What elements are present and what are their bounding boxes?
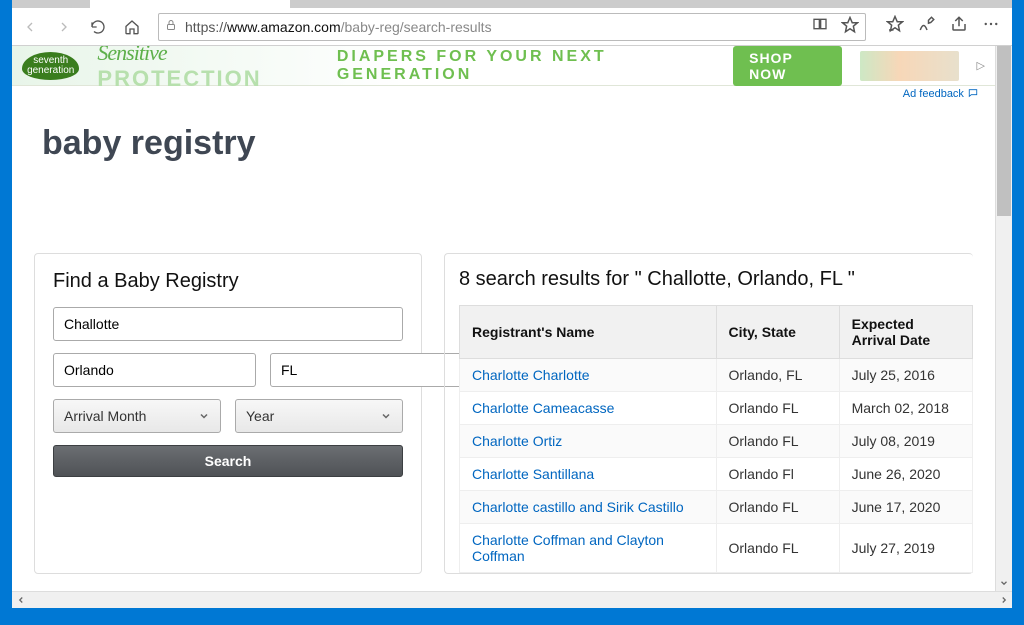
share-icon[interactable] [950, 15, 968, 38]
page-body: baby registry Find a Baby Registry [12, 100, 995, 574]
url-prefix: https:// [185, 19, 227, 35]
page-content-scroll: seventh generation Sensitive PROTECTION … [12, 46, 995, 591]
results-table: Registrant's Name City, State Expected A… [459, 305, 973, 573]
lock-icon [165, 18, 177, 35]
home-button[interactable] [120, 15, 144, 39]
date-cell: July 27, 2019 [839, 524, 972, 573]
results-title: 8 search results for " Challotte, Orland… [459, 268, 973, 291]
date-cell: June 17, 2020 [839, 491, 972, 524]
ad-cta-button[interactable]: SHOP NOW [733, 46, 842, 86]
registrant-name-input[interactable] [53, 307, 403, 341]
col-name: Registrant's Name [460, 306, 717, 359]
columns: Find a Baby Registry Arrival Month [34, 253, 973, 574]
ad-image [860, 51, 959, 81]
state-input[interactable] [270, 353, 473, 387]
city-cell: Orlando FL [716, 491, 839, 524]
ad-banner[interactable]: seventh generation Sensitive PROTECTION … [12, 46, 995, 86]
address-bar[interactable]: https://www.amazon.com/baby-reg/search-r… [158, 13, 866, 41]
registrant-link[interactable]: Charlotte castillo and Sirik Castillo [460, 491, 717, 524]
vertical-scroll-thumb[interactable] [997, 46, 1011, 216]
horizontal-scrollbar[interactable] [12, 591, 1012, 608]
table-row: Charlotte Coffman and Clayton CoffmanOrl… [460, 524, 973, 573]
scroll-left-icon[interactable] [12, 592, 29, 608]
browser-toolbar: https://www.amazon.com/baby-reg/search-r… [12, 8, 1012, 46]
city-input[interactable] [53, 353, 256, 387]
col-date: Expected Arrival Date [839, 306, 972, 359]
search-panel: Find a Baby Registry Arrival Month [34, 253, 422, 574]
table-row: Charlotte OrtizOrlando FLJuly 08, 2019 [460, 425, 973, 458]
chevron-down-icon [198, 410, 210, 422]
registrant-link[interactable]: Charlotte Charlotte [460, 359, 717, 392]
page-viewport: seventh generation Sensitive PROTECTION … [12, 46, 1012, 608]
date-cell: June 26, 2020 [839, 458, 972, 491]
registrant-link[interactable]: Charlotte Santillana [460, 458, 717, 491]
city-cell: Orlando FL [716, 392, 839, 425]
table-row: Charlotte SantillanaOrlando FlJune 26, 2… [460, 458, 973, 491]
ad-close-icon[interactable]: ▷ [977, 59, 985, 72]
favorites-list-icon[interactable] [886, 15, 904, 38]
date-cell: July 25, 2016 [839, 359, 972, 392]
reading-view-icon[interactable] [811, 16, 829, 37]
toolbar-right [880, 15, 1006, 38]
back-button[interactable] [18, 15, 42, 39]
forward-button[interactable] [52, 15, 76, 39]
col-city: City, State [716, 306, 839, 359]
notes-icon[interactable] [918, 15, 936, 38]
registrant-link[interactable]: Charlotte Coffman and Clayton Coffman [460, 524, 717, 573]
results-panel: 8 search results for " Challotte, Orland… [444, 253, 973, 574]
table-row: Charlotte CharlotteOrlando, FLJuly 25, 2… [460, 359, 973, 392]
city-cell: Orlando FL [716, 524, 839, 573]
page-title: baby registry [34, 100, 973, 173]
date-cell: March 02, 2018 [839, 392, 972, 425]
arrival-month-select[interactable]: Arrival Month [53, 399, 221, 433]
url-text: https://www.amazon.com/baby-reg/search-r… [185, 19, 805, 35]
url-domain: www.amazon.com [227, 19, 341, 35]
refresh-button[interactable] [86, 15, 110, 39]
city-cell: Orlando Fl [716, 458, 839, 491]
table-row: Charlotte castillo and Sirik CastilloOrl… [460, 491, 973, 524]
scroll-right-icon[interactable] [995, 592, 1012, 608]
favorite-icon[interactable] [841, 16, 859, 37]
city-cell: Orlando, FL [716, 359, 839, 392]
url-path: /baby-reg/search-results [341, 19, 492, 35]
url-actions [811, 16, 859, 37]
ad-subline: DIAPERS FOR YOUR NEXT GENERATION [337, 48, 707, 84]
browser-window: https://www.amazon.com/baby-reg/search-r… [12, 0, 1012, 608]
search-panel-title: Find a Baby Registry [53, 270, 403, 293]
ad-logo: seventh generation [22, 52, 79, 80]
table-row: Charlotte CameacasseOrlando FLMarch 02, … [460, 392, 973, 425]
vertical-scrollbar[interactable] [995, 46, 1012, 591]
tab-strip[interactable] [12, 0, 1012, 8]
ad-headline: Sensitive PROTECTION [97, 46, 310, 92]
arrival-year-select[interactable]: Year [235, 399, 403, 433]
search-button[interactable]: Search [53, 445, 403, 477]
registrant-link[interactable]: Charlotte Cameacasse [460, 392, 717, 425]
registrant-link[interactable]: Charlotte Ortiz [460, 425, 717, 458]
date-cell: July 08, 2019 [839, 425, 972, 458]
chevron-down-icon [380, 410, 392, 422]
city-cell: Orlando FL [716, 425, 839, 458]
scroll-down-icon[interactable] [996, 574, 1012, 591]
more-icon[interactable] [982, 15, 1000, 38]
